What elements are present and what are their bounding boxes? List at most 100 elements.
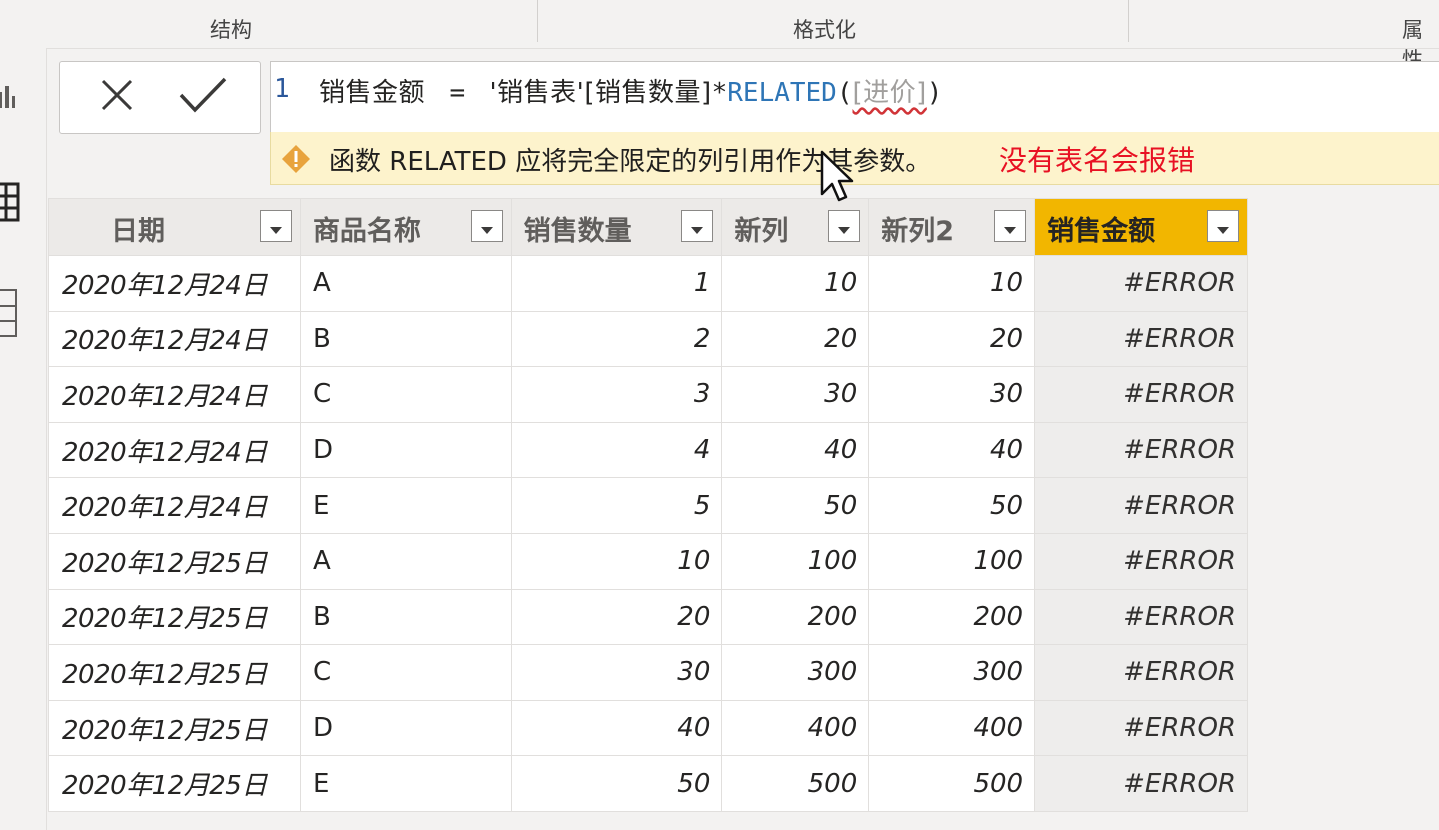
filter-dropdown-button[interactable] [259,210,292,242]
header-row: 日期 商品名称 销售数量 新列 新列2 销售金额 [48,198,1248,256]
cell-sales-amount[interactable]: #ERROR [1034,532,1248,590]
cell-new-col[interactable]: 20 [721,310,870,368]
filter-dropdown-button[interactable] [994,210,1027,242]
filter-dropdown-button[interactable] [470,210,503,242]
cell-date[interactable]: 2020年12月25日 [48,532,301,590]
column-header-sales-amount[interactable]: 销售金额 [1034,198,1248,256]
cell-date[interactable]: 2020年12月25日 [48,755,301,812]
cell-quantity[interactable]: 2 [510,310,723,368]
cell-new-col-2[interactable]: 30 [868,366,1036,423]
cell-sales-amount[interactable]: #ERROR [1034,588,1248,646]
cell-date[interactable]: 2020年12月25日 [48,644,301,701]
chevron-down-icon [480,211,493,242]
cancel-formula-button[interactable] [92,72,142,122]
table-row: 2020年12月25日 B 20 200 200 #ERROR [48,588,1248,646]
cell-new-col-2[interactable]: 100 [868,532,1036,590]
cell-new-col[interactable]: 40 [721,421,870,479]
cell-product[interactable]: B [299,310,512,368]
cell-sales-amount[interactable]: #ERROR [1034,421,1248,479]
table-row: 2020年12月25日 D 40 400 400 #ERROR [48,699,1248,757]
model-view-icon[interactable] [0,286,22,344]
cell-product[interactable]: D [299,421,512,479]
cell-product[interactable]: A [299,255,512,312]
cell-quantity[interactable]: 4 [510,421,723,479]
cell-quantity[interactable]: 5 [510,477,723,534]
close-icon [100,78,134,116]
cell-product[interactable]: E [299,477,512,534]
cell-date[interactable]: 2020年12月25日 [48,699,301,757]
cell-sales-amount[interactable]: #ERROR [1034,755,1248,812]
cell-product[interactable]: C [299,366,512,423]
formula-editor[interactable]: 1 销售金额 = '销售表'[销售数量]*RELATED([进价]) [270,61,1439,134]
cell-new-col[interactable]: 10 [721,255,870,312]
column-header-quantity[interactable]: 销售数量 [510,198,723,256]
cell-product[interactable]: E [299,755,512,812]
cell-date[interactable]: 2020年12月24日 [48,310,301,368]
cell-new-col[interactable]: 200 [721,588,870,646]
cell-new-col-2[interactable]: 300 [868,644,1036,701]
cell-sales-amount[interactable]: #ERROR [1034,699,1248,757]
cell-quantity[interactable]: 20 [510,588,723,646]
cell-product[interactable]: D [299,699,512,757]
cell-new-col-2[interactable]: 400 [868,699,1036,757]
cell-quantity[interactable]: 3 [510,366,723,423]
open-paren: ( [836,78,853,108]
filter-dropdown-button[interactable] [1207,210,1239,242]
cell-product[interactable]: B [299,588,512,646]
cell-sales-amount[interactable]: #ERROR [1034,644,1248,701]
close-paren: ) [926,78,943,108]
chevron-down-icon [1004,211,1017,242]
commit-formula-button[interactable] [178,72,228,122]
formula-command-box [59,61,261,134]
chevron-down-icon [838,211,851,242]
cell-quantity[interactable]: 10 [510,532,723,590]
column-header-new-col-2[interactable]: 新列2 [868,198,1036,256]
table-row: 2020年12月24日 D 4 40 40 #ERROR [48,421,1248,479]
cell-new-col[interactable]: 500 [721,755,870,812]
cell-product[interactable]: C [299,644,512,701]
cell-new-col-2[interactable]: 10 [868,255,1036,312]
table-reference: '销售表' [489,78,585,108]
filter-dropdown-button[interactable] [681,210,714,242]
cell-sales-amount[interactable]: #ERROR [1034,310,1248,368]
cell-quantity[interactable]: 1 [510,255,723,312]
cell-new-col-2[interactable]: 200 [868,588,1036,646]
cell-new-col-2[interactable]: 40 [868,421,1036,479]
function-name: RELATED [727,78,837,108]
cell-date[interactable]: 2020年12月24日 [48,366,301,423]
cell-quantity[interactable]: 30 [510,644,723,701]
cell-sales-amount[interactable]: #ERROR [1034,477,1248,534]
view-switcher-rail [0,48,47,830]
filter-dropdown-button[interactable] [828,210,861,242]
cell-date[interactable]: 2020年12月25日 [48,588,301,646]
multiply-operator: * [711,78,728,108]
cell-new-col-2[interactable]: 20 [868,310,1036,368]
cell-quantity[interactable]: 40 [510,699,723,757]
cell-sales-amount[interactable]: #ERROR [1034,366,1248,423]
measure-name: 销售金额 [319,78,426,108]
cell-new-col-2[interactable]: 500 [868,755,1036,812]
cell-date[interactable]: 2020年12月24日 [48,477,301,534]
cell-date[interactable]: 2020年12月24日 [48,421,301,479]
line-number: 1 [274,74,290,104]
table-row: 2020年12月24日 B 2 20 20 #ERROR [48,310,1248,368]
report-view-icon[interactable] [0,82,22,118]
table-row: 2020年12月24日 C 3 30 30 #ERROR [48,366,1248,423]
cell-new-col-2[interactable]: 50 [868,477,1036,534]
table-row: 2020年12月25日 E 50 500 500 #ERROR [48,755,1248,812]
cell-new-col[interactable]: 400 [721,699,870,757]
cell-quantity[interactable]: 50 [510,755,723,812]
cell-new-col[interactable]: 100 [721,532,870,590]
column-header-date[interactable]: 日期 [48,198,301,256]
cell-sales-amount[interactable]: #ERROR [1034,255,1248,312]
cell-new-col[interactable]: 300 [721,644,870,701]
cell-new-col[interactable]: 50 [721,477,870,534]
column-header-product[interactable]: 商品名称 [299,198,512,256]
cell-product[interactable]: A [299,532,512,590]
cell-new-col[interactable]: 30 [721,366,870,423]
cell-date[interactable]: 2020年12月24日 [48,255,301,312]
dax-expression[interactable]: 销售金额 = '销售表'[销售数量]*RELATED([进价]) [319,72,942,109]
data-view-icon[interactable] [0,182,22,228]
table-row: 2020年12月24日 E 5 50 50 #ERROR [48,477,1248,534]
ribbon-group-labels: 结构 格式化 属性 [0,0,1439,72]
